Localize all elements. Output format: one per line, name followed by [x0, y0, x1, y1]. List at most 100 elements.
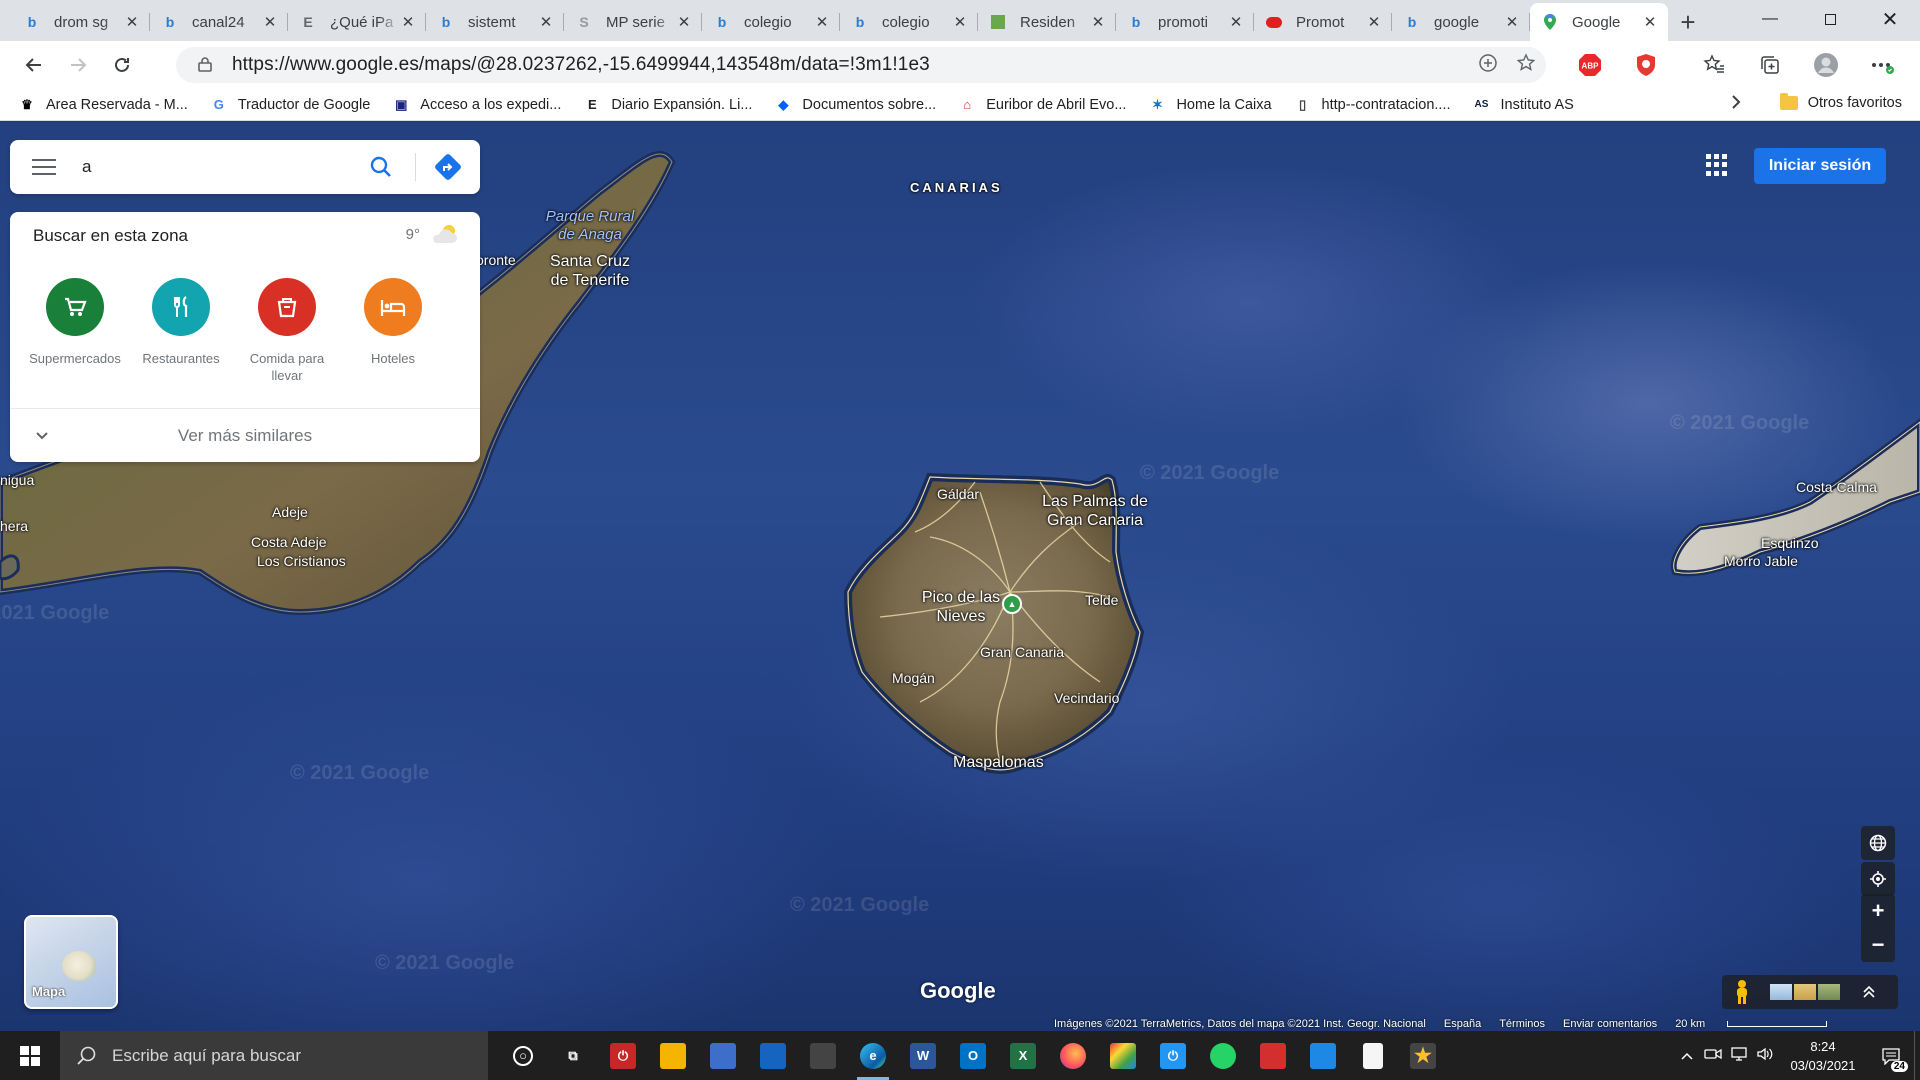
place-label-oronte[interactable]: oronte — [476, 252, 516, 268]
start-button[interactable] — [0, 1031, 60, 1080]
meet-now-icon[interactable] — [1700, 1047, 1726, 1064]
browser-tab[interactable]: b colegio ✕ — [840, 3, 978, 41]
taskbar-app-file-explorer[interactable] — [648, 1031, 698, 1080]
search-icon[interactable] — [368, 154, 394, 180]
map-canvas[interactable]: © 2021 Google © 2021 Google © 2021 Googl… — [0, 122, 1920, 1031]
close-tab-icon[interactable]: ✕ — [1366, 13, 1382, 31]
taskbar-app-excel[interactable]: X — [998, 1031, 1048, 1080]
place-label-adeje[interactable]: Adeje — [272, 504, 308, 520]
taskbar-app-photos[interactable] — [1298, 1031, 1348, 1080]
taskbar-search-box[interactable]: Escribe aquí para buscar — [60, 1031, 488, 1080]
place-label-esquinzo[interactable]: Esquinzo — [1761, 535, 1819, 551]
taskbar-app-network-app[interactable] — [698, 1031, 748, 1080]
bookmark-item[interactable]: ◆ Documentos sobre... — [774, 96, 936, 114]
browser-tab[interactable]: b promoti ✕ — [1116, 3, 1254, 41]
imagery-thumb[interactable] — [1770, 984, 1792, 1000]
close-tab-icon[interactable]: ✕ — [676, 13, 692, 31]
category-button[interactable]: Restaurantes — [128, 278, 234, 384]
close-tab-icon[interactable]: ✕ — [538, 13, 554, 31]
add-favorite-icon[interactable] — [1516, 52, 1536, 78]
maps-search-input[interactable] — [82, 157, 332, 177]
close-tab-icon[interactable]: ✕ — [124, 13, 140, 31]
category-button[interactable]: Hoteles — [340, 278, 446, 384]
taskbar-app-paint-app[interactable] — [1098, 1031, 1148, 1080]
favorites-icon[interactable] — [1700, 51, 1728, 79]
park-label-anaga[interactable]: Parque Rural de Anaga — [540, 208, 640, 244]
bookmark-item[interactable]: ▯ http--contratacion.... — [1294, 96, 1451, 114]
place-label-nigua[interactable]: nigua — [0, 472, 34, 488]
bookmark-item[interactable]: ✶ Home la Caixa — [1148, 96, 1272, 114]
taskbar-app-edge[interactable]: e — [848, 1031, 898, 1080]
taskbar-app-whatsapp[interactable] — [1198, 1031, 1248, 1080]
taskbar-app-notepad[interactable] — [1348, 1031, 1398, 1080]
browser-tab[interactable]: Promot ✕ — [1254, 3, 1392, 41]
other-bookmarks-folder[interactable]: Otros favoritos — [1779, 93, 1902, 111]
bookmark-item[interactable]: AS Instituto AS — [1473, 96, 1574, 114]
bookmark-item[interactable]: ▣ Acceso a los expedi... — [392, 96, 561, 114]
city-label-maspalomas[interactable]: Maspalomas — [953, 754, 1044, 772]
taskbar-app-calculator-app[interactable] — [748, 1031, 798, 1080]
volume-icon[interactable] — [1752, 1047, 1778, 1064]
browser-tab[interactable]: b drom sg ✕ — [12, 3, 150, 41]
close-tab-icon[interactable]: ✕ — [1090, 13, 1106, 31]
browser-tab[interactable]: E ¿Qué iPa ✕ — [288, 3, 426, 41]
taskbar-app-word[interactable]: W — [898, 1031, 948, 1080]
globe-view-button[interactable] — [1861, 826, 1895, 860]
shield-extension-icon[interactable] — [1632, 51, 1660, 79]
browser-tab[interactable]: b canal24 ✕ — [150, 3, 288, 41]
place-label-hera[interactable]: hera — [0, 518, 28, 534]
address-bar[interactable]: https://www.google.es/maps/@28.0237262,-… — [176, 47, 1546, 83]
show-hidden-icons-chevron-icon[interactable] — [1674, 1048, 1700, 1064]
close-window-button[interactable]: ✕ — [1860, 0, 1920, 38]
place-label-los-cristianos[interactable]: Los Cristianos — [257, 553, 346, 569]
scale-label[interactable]: 20 km — [1675, 1018, 1845, 1030]
city-label-santa-cruz[interactable]: Santa Cruz de Tenerife — [540, 252, 640, 290]
imagery-thumb[interactable] — [1794, 984, 1816, 1000]
more-bookmarks-chevron-icon[interactable] — [1730, 93, 1742, 116]
minimize-button[interactable]: — — [1740, 0, 1800, 38]
place-label-gran-canaria[interactable]: Gran Canaria — [980, 644, 1064, 660]
taskbar-app-task-view[interactable]: ⧉ — [548, 1031, 598, 1080]
terms-link[interactable]: Términos — [1499, 1018, 1545, 1030]
my-location-button[interactable] — [1861, 862, 1895, 896]
place-label-galdar[interactable]: Gáldar — [937, 486, 979, 502]
taskbar-app-outlook[interactable]: O — [948, 1031, 998, 1080]
peak-label-pico-de-las-nieves[interactable]: Pico de las Nieves — [916, 588, 1006, 626]
action-center-button[interactable]: 24 — [1868, 1031, 1914, 1080]
zoom-out-button[interactable]: − — [1861, 928, 1895, 962]
place-label-costa-adeje[interactable]: Costa Adeje — [251, 534, 327, 550]
browser-tab[interactable]: Google ✕ — [1530, 3, 1668, 41]
place-label-vecindario[interactable]: Vecindario — [1054, 690, 1119, 706]
taskbar-app-camera-app[interactable] — [798, 1031, 848, 1080]
country-link[interactable]: España — [1444, 1018, 1481, 1030]
bookmark-item[interactable]: ⌂ Euribor de Abril Evo... — [958, 96, 1126, 114]
bookmark-item[interactable]: G Traductor de Google — [210, 96, 371, 114]
category-button[interactable]: Comida para llevar — [234, 278, 340, 384]
pegman-icon[interactable] — [1732, 979, 1752, 1005]
back-button[interactable] — [14, 47, 54, 83]
add-page-icon[interactable] — [1478, 53, 1498, 78]
adblock-plus-icon[interactable]: ABP — [1576, 51, 1604, 79]
place-label-costa-calma[interactable]: Costa Calma — [1796, 479, 1877, 495]
city-label-las-palmas[interactable]: Las Palmas de Gran Canaria — [1030, 492, 1160, 530]
taskbar-app-power-button-app[interactable]: ⏻ — [1148, 1031, 1198, 1080]
place-label-mogan[interactable]: Mogán — [892, 670, 935, 686]
show-desktop-button[interactable] — [1914, 1031, 1920, 1080]
browser-tab[interactable]: b colegio ✕ — [702, 3, 840, 41]
browser-tab[interactable]: S MP serie ✕ — [564, 3, 702, 41]
chevron-up-icon[interactable] — [1862, 985, 1876, 999]
new-tab-button[interactable]: + — [1668, 3, 1708, 41]
imagery-thumb[interactable] — [1818, 984, 1840, 1000]
bookmark-item[interactable]: E Diario Expansión. Li... — [583, 96, 752, 114]
maximize-button[interactable] — [1800, 0, 1860, 38]
google-apps-icon[interactable] — [1706, 154, 1728, 176]
reload-button[interactable] — [102, 47, 142, 83]
settings-menu-icon[interactable] — [1868, 51, 1896, 79]
hamburger-menu-icon[interactable] — [32, 159, 56, 175]
taskbar-app-cortana[interactable]: ○ — [498, 1031, 548, 1080]
browser-tab[interactable]: Residen ✕ — [978, 3, 1116, 41]
url-text[interactable]: https://www.google.es/maps/@28.0237262,-… — [232, 54, 930, 76]
map-layer-toggle[interactable]: Mapa — [24, 915, 118, 1009]
browser-tab[interactable]: b google ✕ — [1392, 3, 1530, 41]
directions-icon[interactable] — [433, 152, 463, 182]
